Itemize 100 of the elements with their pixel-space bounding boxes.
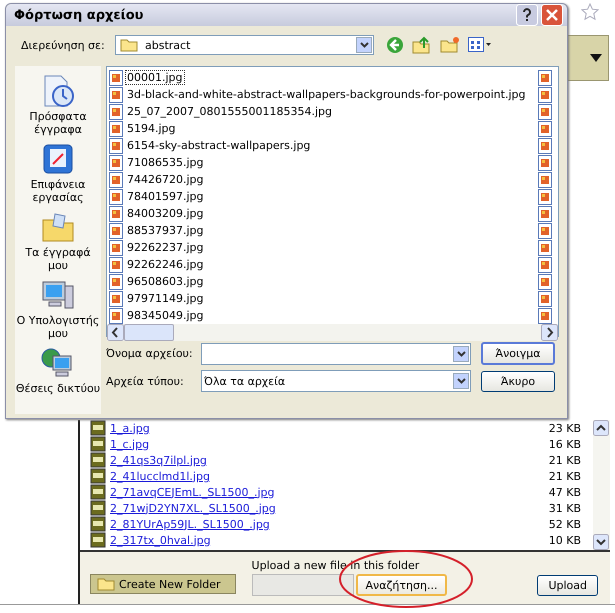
- file-type-label: Αρχεία τύπου:: [106, 374, 185, 388]
- image-file-icon: [109, 86, 123, 102]
- file-size: 21 KB: [548, 470, 581, 482]
- place-item[interactable]: Επιφάνεια εργασίας: [15, 142, 101, 210]
- image-file-icon: [538, 172, 552, 188]
- image-file-icon: [538, 138, 552, 154]
- upload-button[interactable]: Upload: [537, 575, 598, 596]
- new-folder-icon[interactable]: [440, 36, 460, 54]
- file-item[interactable]: 88537937.jpg: [125, 223, 206, 238]
- jpg-file-icon: [90, 532, 106, 548]
- image-file-icon: [109, 172, 123, 188]
- file-path-field[interactable]: [252, 574, 354, 596]
- image-file-icon: [538, 290, 552, 306]
- scroll-right-icon[interactable]: [541, 324, 558, 341]
- scroll-thumb[interactable]: [124, 324, 174, 341]
- help-icon[interactable]: [516, 4, 538, 26]
- image-file-icon: [538, 240, 552, 256]
- jpg-file-icon: [90, 468, 106, 484]
- image-file-icon: [538, 308, 552, 324]
- file-item[interactable]: 71086535.jpg: [125, 155, 206, 170]
- upload-label: Upload a new file in this folder: [252, 559, 420, 572]
- dropdown-arrow-icon[interactable]: [590, 53, 602, 63]
- file-item[interactable]: 78401597.jpg: [125, 189, 206, 204]
- image-file-icon: [538, 188, 552, 204]
- file-link[interactable]: 2_71wjD2YN7XL._SL1500_.jpg: [110, 502, 276, 514]
- place-item[interactable]: Πρόσφατα έγγραφα: [15, 74, 101, 142]
- file-item[interactable]: 92262246.jpg: [125, 257, 206, 272]
- image-file-icon: [109, 240, 123, 256]
- folder-icon: [97, 577, 115, 591]
- file-item[interactable]: 00001.jpg: [125, 70, 185, 85]
- image-file-icon: [109, 120, 123, 136]
- browse-button[interactable]: Αναζήτηση...: [356, 574, 448, 596]
- file-size: 47 KB: [548, 486, 581, 498]
- file-item[interactable]: 74426720.jpg: [125, 172, 206, 187]
- file-link[interactable]: 2_317tx_0hval.jpg: [110, 534, 211, 546]
- jpg-file-icon: [90, 516, 106, 532]
- jpg-file-icon: [90, 500, 106, 516]
- file-link[interactable]: 2_71avqCEJEmL._SL1500_.jpg: [110, 486, 275, 498]
- file-size: 21 KB: [548, 454, 581, 466]
- place-item[interactable]: Ο Υπολογιστής μου: [15, 278, 101, 346]
- place-item[interactable]: Θέσεις δικτύου: [15, 346, 101, 414]
- file-item[interactable]: 98345049.jpg: [125, 308, 206, 323]
- file-item[interactable]: 6154-sky-abstract-wallpapers.jpg: [125, 138, 312, 153]
- scroll-left-icon[interactable]: [107, 324, 124, 341]
- file-item[interactable]: 3d-black-and-white-abstract-wallpapers-backgrounds-for-powerpoint.jpg: [125, 87, 528, 102]
- cancel-button[interactable]: Άκυρο: [481, 370, 555, 392]
- file-size: 10 KB: [548, 534, 581, 546]
- image-file-icon: [109, 290, 123, 306]
- jpg-file-icon: [90, 436, 106, 452]
- file-size: 52 KB: [548, 518, 581, 530]
- star-icon[interactable]: [581, 3, 599, 21]
- file-link[interactable]: 1_c.jpg: [110, 438, 150, 450]
- image-file-icon: [109, 138, 123, 154]
- scrollbar[interactable]: [593, 420, 610, 550]
- file-size: 16 KB: [548, 438, 581, 450]
- view-menu-icon[interactable]: [468, 37, 492, 53]
- file-name-field[interactable]: [201, 342, 471, 364]
- image-file-icon: [538, 274, 552, 290]
- look-in-label: Διερεύνηση σε:: [20, 38, 106, 52]
- file-link[interactable]: 2_81YUrAp59JL._SL1500_.jpg: [110, 518, 270, 530]
- window-title: Φόρτωση αρχείου: [14, 8, 144, 22]
- folder-dropdown[interactable]: abstract: [115, 35, 374, 55]
- file-size: 31 KB: [548, 502, 581, 514]
- image-file-icon: [109, 154, 123, 170]
- scroll-down-icon[interactable]: [593, 534, 609, 550]
- image-file-icon: [538, 154, 552, 170]
- file-type-dropdown[interactable]: Όλα τα αρχεία: [201, 370, 471, 392]
- file-item[interactable]: 96508603.jpg: [125, 274, 206, 289]
- scroll-up-icon[interactable]: [593, 420, 609, 436]
- image-file-icon: [538, 104, 552, 120]
- chevron-down-icon: [360, 42, 368, 48]
- file-item[interactable]: 92262237.jpg: [125, 240, 206, 255]
- desktop-icon: [41, 142, 75, 176]
- file-size: 23 KB: [548, 422, 581, 434]
- chevron-down-icon: [456, 378, 466, 384]
- file-link[interactable]: 2_41lucclmd1l.jpg: [110, 470, 210, 482]
- image-file-icon: [538, 222, 552, 238]
- image-file-icon: [538, 206, 552, 222]
- image-file-icon: [109, 256, 123, 272]
- image-file-icon: [538, 120, 552, 136]
- place-item[interactable]: Τα έγγραφά μου: [15, 210, 101, 278]
- horizontal-scrollbar[interactable]: [107, 324, 558, 341]
- image-file-icon: [109, 206, 123, 222]
- up-folder-icon[interactable]: [412, 36, 432, 54]
- file-item[interactable]: 5194.jpg: [125, 121, 178, 136]
- image-file-icon: [538, 256, 552, 272]
- image-file-icon: [109, 222, 123, 238]
- image-file-icon: [109, 70, 123, 86]
- image-file-icon: [538, 70, 552, 86]
- create-folder-button[interactable]: Create New Folder: [90, 574, 236, 594]
- file-name-label: Όνομα αρχείου:: [106, 347, 194, 360]
- open-button[interactable]: Άνοιγμα: [481, 342, 555, 365]
- file-item[interactable]: 84003209.jpg: [125, 206, 206, 221]
- close-icon[interactable]: [541, 4, 563, 26]
- image-file-icon: [109, 308, 123, 324]
- file-item[interactable]: 97971149.jpg: [125, 291, 206, 306]
- file-link[interactable]: 1_a.jpg: [110, 422, 150, 434]
- file-item[interactable]: 25_07_2007_0801555001185354.jpg: [125, 104, 334, 119]
- file-link[interactable]: 2_41qs3q7ilpl.jpg: [110, 454, 207, 466]
- folder-icon: [120, 38, 138, 52]
